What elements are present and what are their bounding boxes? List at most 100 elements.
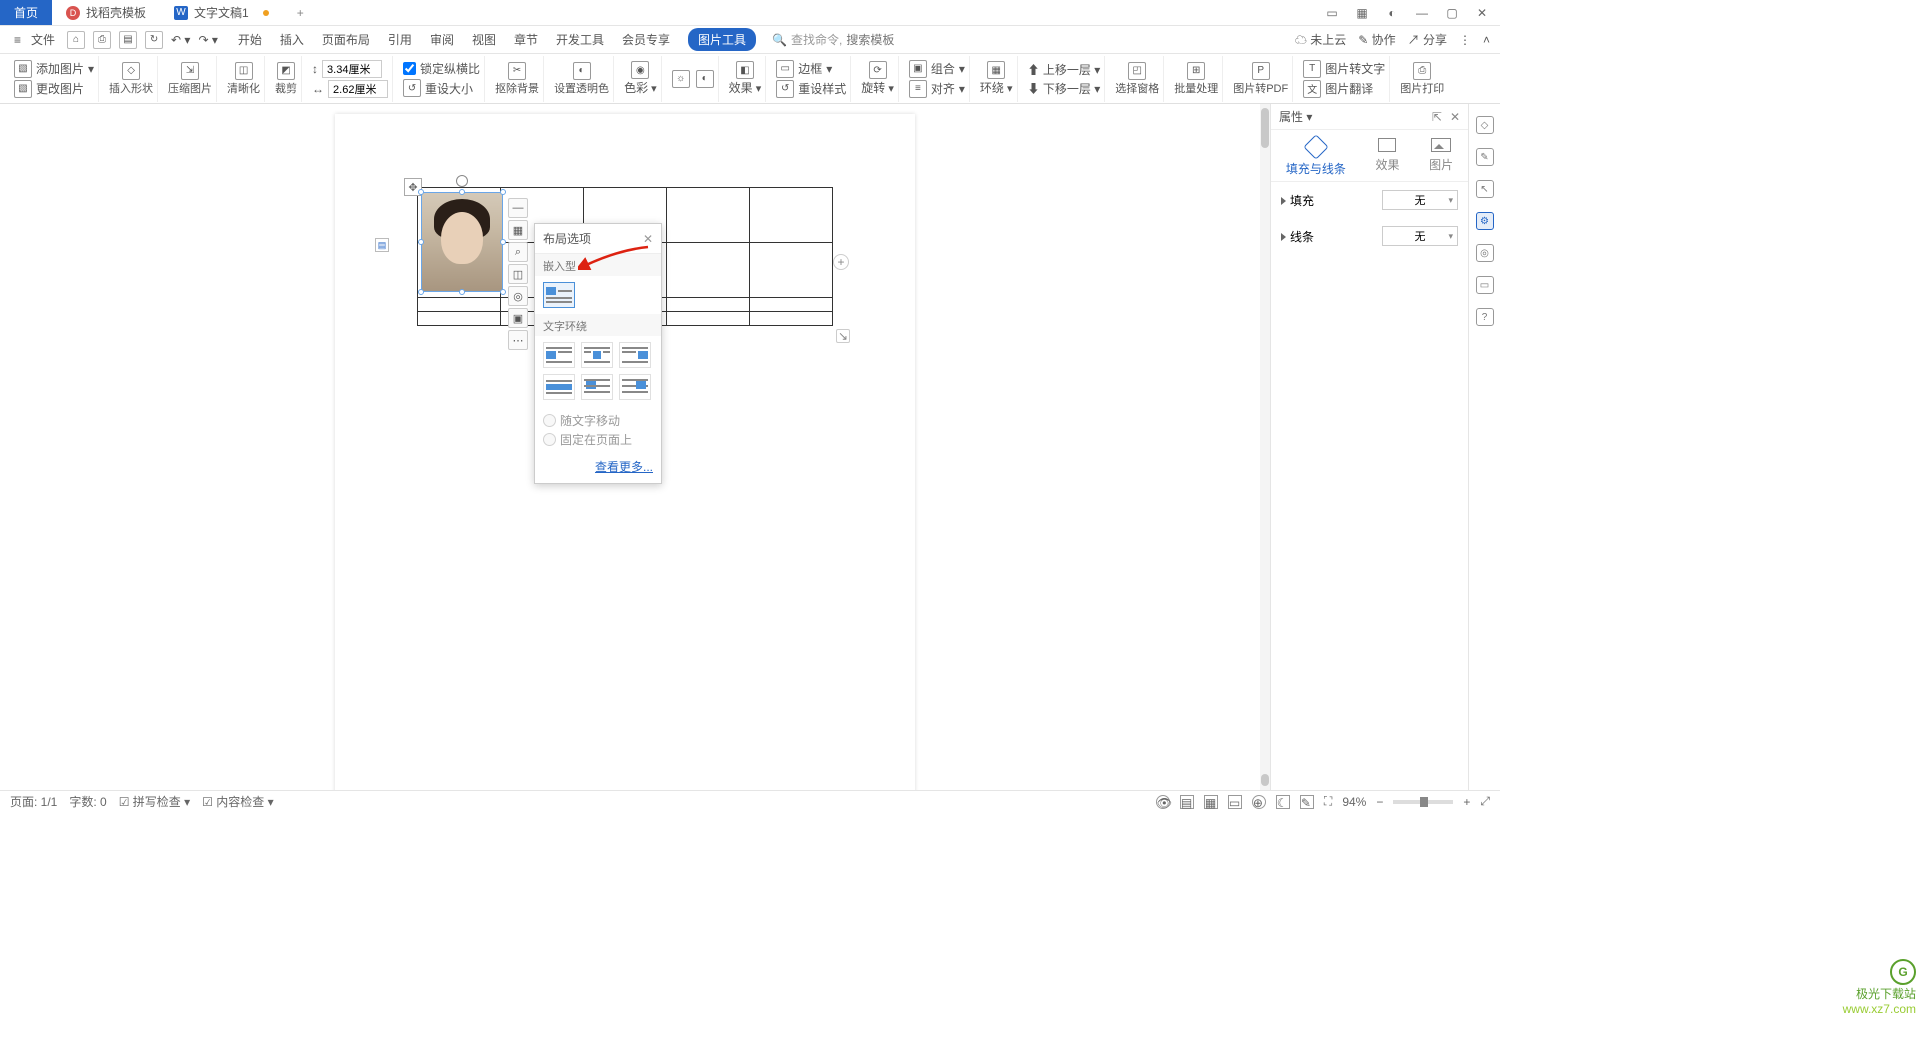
- more-icon[interactable]: ⋮: [1459, 33, 1471, 47]
- batch-icon[interactable]: ⊞: [1187, 62, 1205, 80]
- remove-bg-button[interactable]: 抠除背景: [495, 80, 539, 96]
- add-column-button[interactable]: +: [833, 254, 849, 270]
- width-input[interactable]: [328, 80, 388, 98]
- removebg-icon[interactable]: ✂: [508, 62, 526, 80]
- undo-button[interactable]: ↶ ▾: [171, 33, 190, 47]
- idea-button[interactable]: ◎: [508, 286, 528, 306]
- panel-tab-effect[interactable]: 效果: [1375, 138, 1399, 177]
- handle-tl[interactable]: [418, 189, 424, 195]
- maximize-button[interactable]: ▢: [1444, 5, 1460, 21]
- to-text-button[interactable]: 图片转文字: [1325, 60, 1385, 77]
- view-outline-icon[interactable]: ▦: [1204, 795, 1218, 809]
- tab-view[interactable]: 视图: [472, 31, 496, 48]
- see-more-link[interactable]: 查看更多...: [595, 460, 653, 474]
- translate-icon[interactable]: 文: [1303, 80, 1321, 98]
- close-button[interactable]: ✕: [1474, 5, 1490, 21]
- tab-reference[interactable]: 引用: [388, 31, 412, 48]
- handle-br[interactable]: [500, 289, 506, 295]
- radio-fixed-on-page[interactable]: 固定在页面上: [543, 431, 653, 448]
- wrap-square-option[interactable]: [543, 342, 575, 368]
- send-back-button[interactable]: ⬇ 下移一层 ▾: [1028, 80, 1101, 97]
- chevron-up-icon[interactable]: ˄: [1483, 33, 1490, 47]
- wrap-inline-option[interactable]: [543, 282, 575, 308]
- collapse-button[interactable]: —: [508, 198, 528, 218]
- tab-image-tools[interactable]: 图片工具: [688, 28, 756, 51]
- avatar-icon[interactable]: ◐: [1384, 5, 1400, 21]
- lock-ratio-checkbox[interactable]: [403, 62, 416, 75]
- rotate-icon[interactable]: ⟳: [869, 61, 887, 79]
- save-icon[interactable]: ⌂: [67, 31, 85, 49]
- print-pic-icon[interactable]: ⎙: [1413, 62, 1431, 80]
- rail-location-icon[interactable]: ◎: [1476, 244, 1494, 262]
- totext-icon[interactable]: T: [1303, 60, 1321, 78]
- fill-dropdown[interactable]: 无: [1382, 190, 1458, 210]
- align-icon[interactable]: ≡: [909, 80, 927, 98]
- tab-devtools[interactable]: 开发工具: [556, 31, 604, 48]
- rail-diamond-icon[interactable]: ◇: [1476, 116, 1494, 134]
- handle-tr[interactable]: [500, 189, 506, 195]
- file-menu[interactable]: 文件: [31, 31, 55, 48]
- change-image-button[interactable]: 更改图片: [36, 80, 84, 97]
- cloud-status[interactable]: ☁ 未上云: [1295, 31, 1346, 48]
- reset-style-button[interactable]: 重设样式: [798, 80, 846, 97]
- wrap-button[interactable]: 环绕: [980, 81, 1004, 95]
- transparency-button[interactable]: 设置透明色: [554, 80, 609, 96]
- vertical-scrollbar[interactable]: [1260, 104, 1270, 790]
- more-float-button[interactable]: ⋯: [508, 330, 528, 350]
- wrap-through-option[interactable]: [619, 342, 651, 368]
- pin-icon[interactable]: ⇱: [1432, 110, 1442, 124]
- view-page-icon[interactable]: ▤: [1180, 795, 1194, 809]
- tab-pagelayout[interactable]: 页面布局: [322, 31, 370, 48]
- topdf-icon[interactable]: P: [1252, 62, 1270, 80]
- rail-help-icon[interactable]: ?: [1476, 308, 1494, 326]
- view-web-icon[interactable]: ⊕: [1252, 795, 1266, 809]
- zoom-button[interactable]: ⌕: [508, 242, 528, 262]
- coord-button[interactable]: ▣: [508, 308, 528, 328]
- print-icon[interactable]: ⎙: [93, 31, 111, 49]
- resize-table-handle[interactable]: ↘: [836, 329, 850, 343]
- crop-button[interactable]: 裁剪: [275, 80, 297, 96]
- effect-icon[interactable]: ◧: [736, 61, 754, 79]
- wrap-front-option[interactable]: [619, 374, 651, 400]
- handle-bm[interactable]: [459, 289, 465, 295]
- grid-icon[interactable]: ▦: [1354, 5, 1370, 21]
- selpane-icon[interactable]: ◰: [1128, 62, 1146, 80]
- panel-tab-fill[interactable]: 填充与线条: [1286, 138, 1346, 177]
- crop-float-button[interactable]: ◫: [508, 264, 528, 284]
- rail-cursor-icon[interactable]: ↖: [1476, 180, 1494, 198]
- wrap-icon[interactable]: ▦: [987, 61, 1005, 79]
- reset-size-button[interactable]: 重设大小: [425, 80, 473, 97]
- preview-icon[interactable]: ▤: [119, 31, 137, 49]
- sharpen-button[interactable]: 清晰化: [227, 80, 260, 96]
- compress-icon[interactable]: ⇲: [181, 62, 199, 80]
- search-input[interactable]: [846, 33, 956, 47]
- expand-icon[interactable]: ⤢: [1480, 794, 1490, 809]
- tab-start[interactable]: 开始: [238, 31, 262, 48]
- fit-icon[interactable]: ⛶: [1324, 794, 1332, 809]
- tab-member[interactable]: 会员专享: [622, 31, 670, 48]
- color-icon[interactable]: ◉: [631, 61, 649, 79]
- tab-document[interactable]: W文字文稿1: [160, 0, 283, 25]
- bring-front-button[interactable]: ⬆ 上移一层 ▾: [1028, 61, 1101, 78]
- wrap-tight-option[interactable]: [581, 342, 613, 368]
- handle-tm[interactable]: [459, 189, 465, 195]
- contentcheck-toggle[interactable]: ☑ 内容检查 ▾: [202, 793, 273, 810]
- share-button[interactable]: ↗ 分享: [1408, 31, 1447, 48]
- border-icon[interactable]: ▭: [776, 60, 794, 78]
- tab-insert[interactable]: 插入: [280, 31, 304, 48]
- effect-button[interactable]: 效果: [729, 81, 753, 95]
- change-image-icon[interactable]: ▧: [14, 80, 32, 98]
- combine-icon[interactable]: ▣: [909, 60, 927, 78]
- view-read-icon[interactable]: ▭: [1228, 795, 1242, 809]
- rotate-handle[interactable]: [456, 175, 468, 187]
- popup-close-button[interactable]: ✕: [643, 232, 653, 246]
- zoom-out-button[interactable]: −: [1376, 795, 1383, 809]
- print-image-button[interactable]: 图片打印: [1400, 80, 1444, 96]
- eye-icon[interactable]: 👁: [1156, 795, 1170, 809]
- search-icon[interactable]: 🔍: [772, 33, 787, 47]
- crop-icon[interactable]: ◩: [277, 62, 295, 80]
- minimize-button[interactable]: —: [1414, 5, 1430, 21]
- sharpen-icon[interactable]: ◫: [235, 62, 253, 80]
- hamburger-icon[interactable]: ≡: [10, 31, 25, 49]
- tab-review[interactable]: 审阅: [430, 31, 454, 48]
